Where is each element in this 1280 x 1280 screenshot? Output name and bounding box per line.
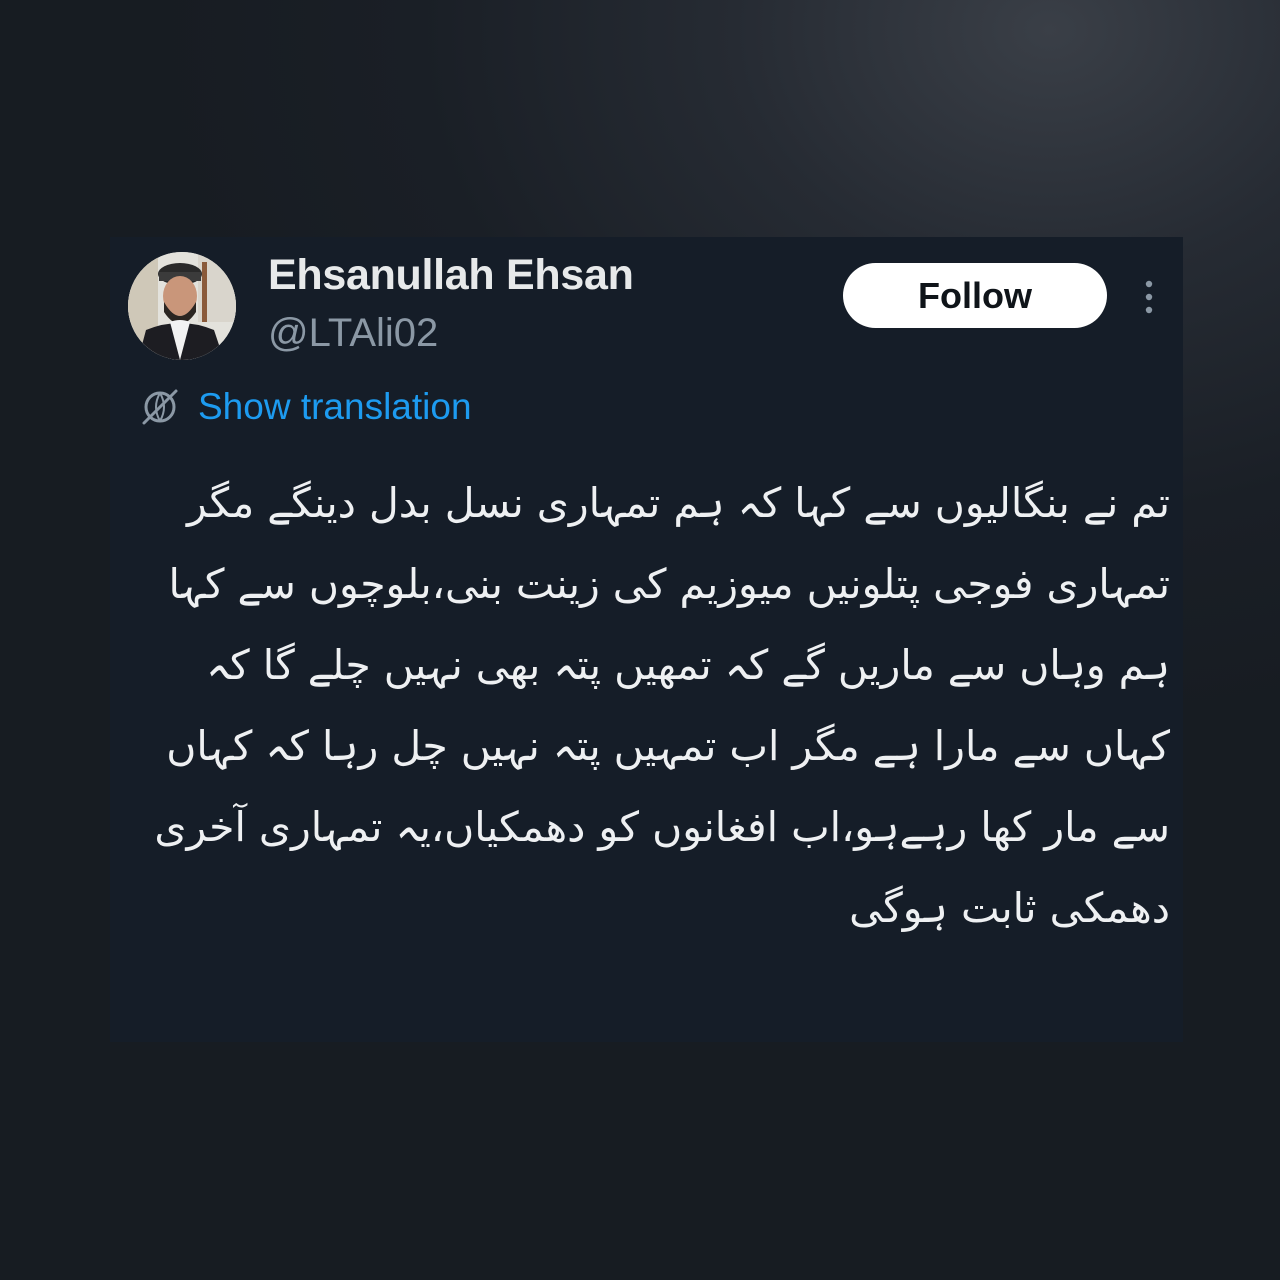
show-translation-link[interactable]: Show translation: [140, 385, 472, 429]
tweet-card: Ehsanullah Ehsan @LTAli02 Follow Show tr…: [110, 237, 1183, 1042]
avatar-image: [128, 252, 236, 360]
author-handle[interactable]: @LTAli02: [268, 311, 438, 356]
avatar[interactable]: [128, 252, 236, 360]
more-vertical-icon[interactable]: [1137, 279, 1161, 315]
show-translation-label: Show translation: [198, 386, 472, 427]
follow-button[interactable]: Follow: [843, 263, 1107, 328]
globe-icon: [142, 389, 178, 425]
author-display-name[interactable]: Ehsanullah Ehsan: [268, 251, 634, 300]
tweet-text: تم نے بنگالیوں سے کہا کہ ہم تمہاری نسل ب…: [154, 479, 1170, 932]
